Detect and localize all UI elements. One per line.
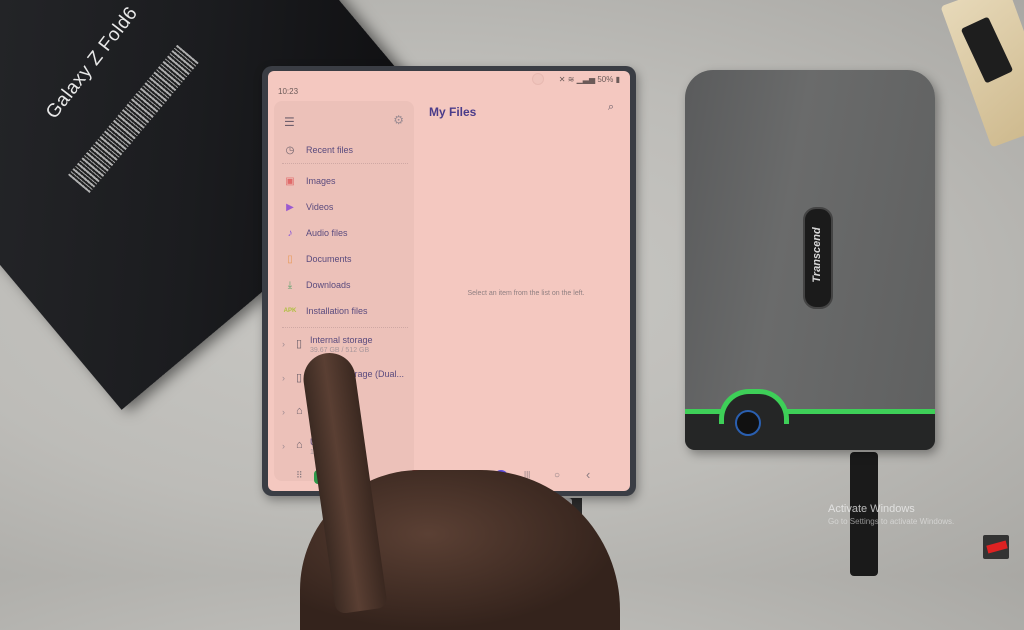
chevron-right-icon: ›	[282, 407, 285, 417]
nav-item-videos[interactable]: ▶ Videos	[282, 196, 410, 218]
hdd-backup-button	[735, 410, 761, 436]
page-title: My Files	[429, 105, 477, 119]
back-button[interactable]: ‹	[586, 467, 590, 482]
signal-icon: ▁▃▅	[576, 75, 596, 84]
hdd-brand: Transcend	[811, 227, 823, 283]
empty-state-message: Select an item from the list on the left…	[467, 290, 585, 297]
video-icon: ▶	[286, 201, 294, 213]
watermark-subtitle: Go to Settings to activate Windows.	[828, 517, 955, 526]
phone-storage-icon: ▯	[296, 338, 303, 350]
nav-item-label: Recent files	[306, 145, 354, 155]
nav-item-documents[interactable]: ▯ Documents	[282, 248, 410, 270]
dual-storage-icon: ▯	[296, 372, 303, 384]
usb-drive-icon: ⌂	[296, 439, 303, 451]
settings-icon[interactable]: ⚙	[393, 113, 404, 127]
nav-item-images[interactable]: ▣ Images	[282, 170, 410, 192]
menu-icon[interactable]: ☰	[284, 115, 295, 129]
battery-level: 50%	[597, 75, 614, 84]
status-time: 10:23	[278, 87, 299, 96]
usb-drive-icon: ⌂	[296, 405, 303, 417]
status-bar: 10:23 ✕ ≋ ▁▃▅ 50% ▮	[268, 71, 630, 97]
external-hard-drive: Transcend	[685, 70, 935, 450]
storage-usage: 39.67 GB / 512 GB	[310, 347, 370, 354]
chevron-right-icon: ›	[282, 373, 285, 383]
status-icons: ✕ ≋ ▁▃▅ 50% ▮	[559, 75, 620, 84]
storage-name: Internal storage	[310, 335, 373, 345]
image-icon: ▣	[285, 175, 295, 187]
divider	[282, 163, 408, 164]
nav-item-label: Audio files	[306, 228, 348, 238]
nav-item-recent-files[interactable]: ◷ Recent files	[282, 139, 410, 161]
nav-item-downloads[interactable]: ⤓ Downloads	[282, 274, 410, 296]
battery-icon: ▮	[615, 75, 620, 84]
nav-item-audio-files[interactable]: ♪ Audio files	[282, 222, 410, 244]
app-drawer-icon[interactable]: ⠿	[296, 470, 303, 481]
chevron-right-icon: ›	[282, 441, 285, 451]
document-icon: ▯	[287, 253, 293, 265]
watermark-title: Activate Windows	[828, 503, 915, 515]
nav-item-installation-files[interactable]: APK Installation files	[282, 300, 410, 322]
nav-item-label: Downloads	[306, 280, 351, 290]
nav-item-label: Images	[306, 176, 336, 186]
mute-icon: ✕	[558, 75, 566, 84]
nav-item-label: Videos	[306, 202, 334, 212]
music-note-icon: ♪	[287, 227, 293, 239]
activate-windows-watermark: Activate Windows Go to Settings to activ…	[828, 503, 954, 526]
search-icon[interactable]: ⌕	[608, 101, 614, 114]
channel-logo	[983, 535, 1009, 559]
download-icon: ⤓	[287, 279, 293, 291]
apk-icon: APK	[283, 308, 297, 314]
hdd-logo: Transcend	[803, 207, 833, 309]
clock-icon: ◷	[285, 144, 295, 156]
home-button[interactable]: ○	[554, 470, 560, 481]
chevron-right-icon: ›	[282, 339, 285, 349]
camera-cutout	[532, 73, 544, 85]
wifi-icon: ≋	[567, 75, 575, 84]
divider	[282, 327, 408, 328]
nav-item-label: Installation files	[306, 306, 368, 316]
nav-item-label: Documents	[306, 254, 352, 264]
